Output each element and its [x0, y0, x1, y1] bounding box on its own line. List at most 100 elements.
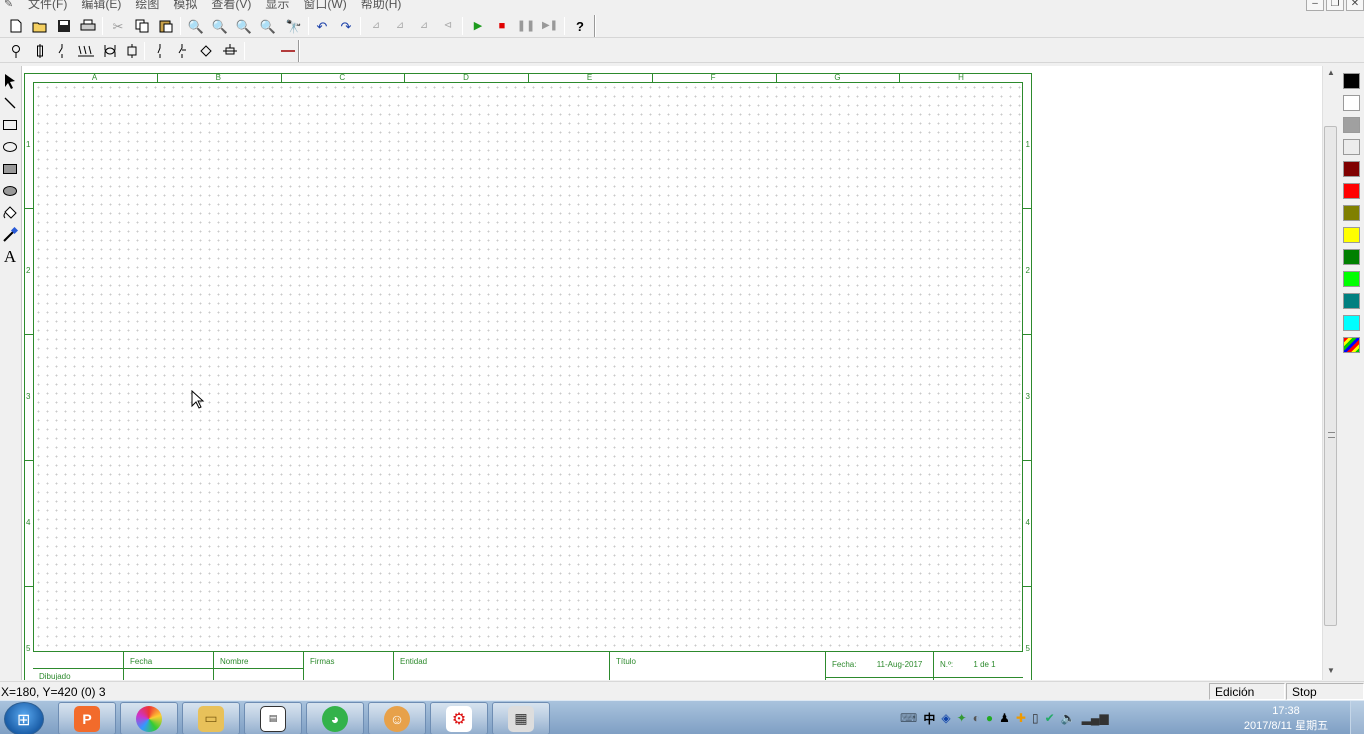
select-arrow-icon[interactable]	[1, 71, 19, 91]
lamp-icon[interactable]	[6, 41, 26, 61]
color-swatch[interactable]	[1343, 95, 1360, 111]
column-divider	[775, 74, 777, 82]
cut-icon[interactable]: ✂	[108, 16, 128, 36]
text-tool-icon[interactable]: A	[1, 247, 19, 267]
menu-edit[interactable]: 编辑(E)	[81, 0, 121, 12]
help-icon[interactable]: ?	[570, 16, 590, 36]
line-color-icon[interactable]	[278, 41, 298, 61]
wechat-tray-icon[interactable]: ●	[986, 711, 993, 725]
color-swatch[interactable]	[1343, 271, 1360, 287]
filled-rectangle-tool-icon[interactable]	[1, 159, 19, 179]
keyboard-icon[interactable]: ⌨	[900, 711, 917, 725]
rotate-left-icon[interactable]: ⊿	[414, 16, 434, 36]
color-picker-icon[interactable]	[1, 225, 19, 245]
restore-icon[interactable]: ❐	[1326, 0, 1344, 11]
pause-icon[interactable]: ❚❚	[516, 16, 536, 36]
security-tray-icon[interactable]: ✚	[1016, 711, 1026, 725]
system-clock[interactable]: 17:38 2017/8/11 星期五	[1236, 704, 1336, 734]
network-app-icon[interactable]: ◈	[941, 711, 950, 725]
terminal-icon[interactable]	[220, 41, 240, 61]
taskbar-app-cade-simu[interactable]: ⚙	[430, 702, 488, 734]
undo-icon[interactable]: ↶	[312, 16, 332, 36]
color-swatch[interactable]	[1343, 183, 1360, 199]
column-label: E	[586, 73, 593, 82]
menu-window[interactable]: 窗口(W)	[303, 0, 346, 12]
paste-icon[interactable]	[156, 16, 176, 36]
contact-no-icon[interactable]	[150, 41, 170, 61]
stop-icon[interactable]: ■	[492, 16, 512, 36]
device-tray-icon[interactable]: ▯	[1032, 711, 1039, 725]
clock-date: 2017/8/11 星期五	[1243, 720, 1329, 732]
ellipse-tool-icon[interactable]	[1, 137, 19, 157]
tray-app-icon[interactable]: ✦	[957, 711, 967, 725]
taskbar-app-game[interactable]: ☺	[368, 702, 426, 734]
menu-file[interactable]: 文件(F)	[28, 0, 67, 12]
drawing-canvas[interactable]: Fecha Nombre Firmas Entidad Título Fecha…	[22, 66, 1322, 680]
line-tool-icon[interactable]	[1, 93, 19, 113]
fill-bucket-icon[interactable]	[1, 203, 19, 223]
find-icon[interactable]: 🔭	[284, 16, 304, 36]
taskbar-app-wechat[interactable]: ◕	[306, 702, 364, 734]
zoom-out-icon[interactable]: 🔍	[210, 16, 230, 36]
step-icon[interactable]: ▶❚	[540, 16, 560, 36]
scroll-down-icon[interactable]: ▼	[1326, 666, 1336, 676]
close-icon[interactable]: ✕	[1346, 0, 1364, 11]
color-swatch[interactable]	[1343, 249, 1360, 265]
zoom-area-icon[interactable]: 🔍	[234, 16, 254, 36]
vertical-scrollbar[interactable]: ▲ ▼	[1322, 66, 1338, 680]
new-file-icon[interactable]	[6, 16, 26, 36]
scroll-up-icon[interactable]: ▲	[1326, 68, 1336, 78]
taskbar-app-wps[interactable]: P	[58, 702, 116, 734]
transformer-icon[interactable]	[100, 41, 120, 61]
open-folder-icon[interactable]	[30, 16, 50, 36]
show-desktop-button[interactable]	[1350, 701, 1364, 734]
color-swatch[interactable]	[1343, 161, 1360, 177]
ime-indicator[interactable]: 中	[923, 710, 935, 727]
qq-tray-icon[interactable]: ♟	[999, 711, 1010, 725]
relay-icon[interactable]	[122, 41, 142, 61]
grid-drawing-area[interactable]	[33, 82, 1023, 652]
action-center-icon[interactable]: ✔	[1045, 711, 1055, 725]
redo-icon[interactable]: ↷	[336, 16, 356, 36]
rotate-right-icon[interactable]: ⊲	[438, 16, 458, 36]
run-icon[interactable]: ▶	[468, 16, 488, 36]
signal-icon[interactable]: ▂▄▆	[1082, 711, 1109, 725]
color-swatch[interactable]	[1343, 139, 1360, 155]
tray-app-icon[interactable]: ◐	[973, 711, 980, 725]
menu-draw[interactable]: 绘图	[135, 0, 159, 12]
minimize-icon[interactable]: –	[1306, 0, 1324, 11]
contact-nc-icon[interactable]	[172, 41, 192, 61]
node-icon[interactable]	[196, 41, 216, 61]
color-swatch[interactable]	[1343, 337, 1360, 353]
menu-view[interactable]: 查看(V)	[211, 0, 251, 12]
menu-help[interactable]: 帮助(H)	[361, 0, 402, 12]
print-icon[interactable]	[78, 16, 98, 36]
taskbar-app-video[interactable]: ▦	[492, 702, 550, 734]
rectangle-tool-icon[interactable]	[1, 115, 19, 135]
color-swatch[interactable]	[1343, 205, 1360, 221]
zoom-icon[interactable]: 🔍	[186, 16, 206, 36]
color-swatch[interactable]	[1343, 293, 1360, 309]
folder-icon: ▭	[198, 705, 224, 732]
taskbar-app-explorer[interactable]: ▭	[182, 702, 240, 734]
taskbar-app-photos[interactable]	[120, 702, 178, 734]
color-swatch[interactable]	[1343, 315, 1360, 331]
taskbar-app-viewer[interactable]: ▤	[244, 702, 302, 734]
filled-ellipse-tool-icon[interactable]	[1, 181, 19, 201]
fuse-icon[interactable]	[30, 41, 50, 61]
coil-icon[interactable]	[76, 41, 96, 61]
menu-simulate[interactable]: 模拟	[173, 0, 197, 12]
mirror-h-icon[interactable]: ⊿	[366, 16, 386, 36]
color-swatch[interactable]	[1343, 117, 1360, 133]
color-swatch[interactable]	[1343, 227, 1360, 243]
mirror-v-icon[interactable]: ⊿	[390, 16, 410, 36]
zoom-fit-icon[interactable]: 🔍	[258, 16, 278, 36]
copy-icon[interactable]	[132, 16, 152, 36]
save-icon[interactable]	[54, 16, 74, 36]
color-swatch[interactable]	[1343, 73, 1360, 89]
start-button[interactable]: ⊞	[4, 702, 44, 734]
menu-display[interactable]: 显示	[265, 0, 289, 12]
switch-icon[interactable]	[52, 41, 72, 61]
volume-icon[interactable]: 🔈	[1061, 711, 1076, 725]
scrollbar-thumb[interactable]	[1324, 126, 1337, 626]
